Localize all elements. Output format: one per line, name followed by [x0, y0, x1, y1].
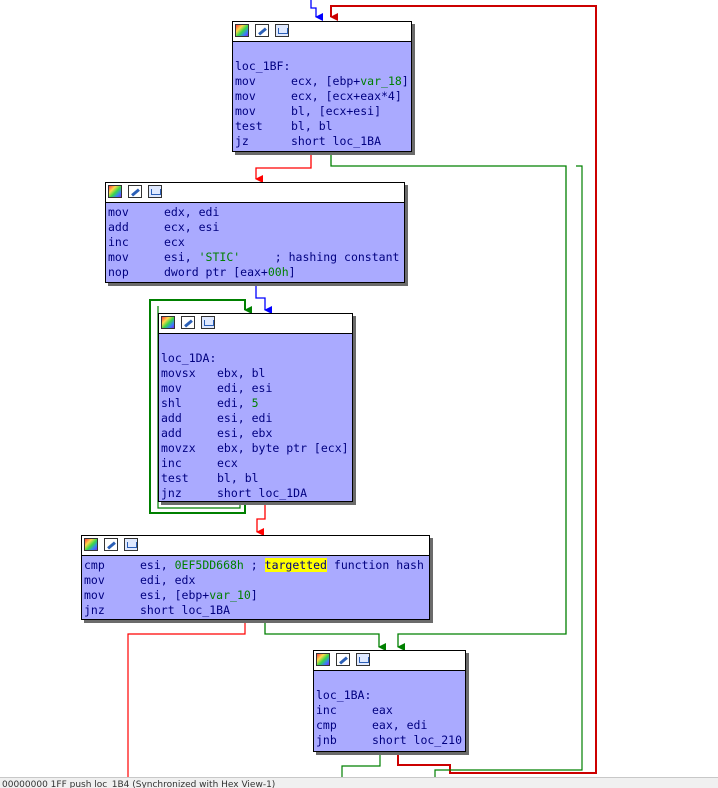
edit-icon[interactable] — [255, 24, 269, 37]
edge-1da-to-cmp — [256, 502, 266, 536]
code-line[interactable]: mov esi, 'STIC' ; hashing constant — [108, 250, 404, 265]
code-line[interactable]: mov edx, edi — [108, 205, 404, 220]
code-line[interactable]: cmp eax, edi — [316, 718, 465, 733]
status-bar: 00000000 1FF push loc_1B4 (Synchronized … — [0, 777, 718, 788]
code-line[interactable]: shl edi, 5 — [161, 396, 352, 411]
color-palette-icon[interactable] — [108, 185, 122, 198]
code-label[interactable]: loc_1DA: — [161, 351, 352, 366]
code-line[interactable]: jnb short loc_210 — [316, 733, 465, 748]
code-line[interactable]: add esi, ebx — [161, 426, 352, 441]
code-line[interactable]: add esi, edi — [161, 411, 352, 426]
code-label[interactable]: loc_1BA: — [316, 688, 465, 703]
edit-icon[interactable] — [104, 538, 118, 551]
edge-cmp-to-1ba — [264, 620, 386, 651]
edge-in-blue — [310, 0, 323, 21]
edit-icon[interactable] — [336, 653, 350, 666]
graph-overview-icon[interactable] — [124, 538, 138, 551]
graph-overview-icon[interactable] — [275, 24, 289, 37]
node-header — [314, 651, 465, 671]
color-palette-icon[interactable] — [235, 24, 249, 37]
node-header — [106, 183, 404, 203]
color-palette-icon[interactable] — [84, 538, 98, 551]
color-palette-icon[interactable] — [316, 653, 330, 666]
code-line[interactable]: inc eax — [316, 703, 465, 718]
code-line[interactable]: jnz short loc_1DA — [161, 486, 352, 501]
code-line[interactable]: test bl, bl — [161, 471, 352, 486]
code-line[interactable]: mov edi, esi — [161, 381, 352, 396]
code-line[interactable]: movzx ebx, byte ptr [ecx] — [161, 441, 352, 456]
edge-init-to-1da — [255, 283, 272, 314]
code-line[interactable]: jnz short loc_1BA — [84, 603, 429, 618]
graph-overview-icon[interactable] — [201, 316, 215, 329]
code-line[interactable]: test bl, bl — [235, 119, 411, 134]
code-label[interactable]: loc_1BF: — [235, 59, 411, 74]
code-line[interactable]: mov ecx, [ecx+eax*4] — [235, 89, 411, 104]
code-line[interactable]: add ecx, esi — [108, 220, 404, 235]
code-line[interactable]: inc ecx — [108, 235, 404, 250]
code-line[interactable]: mov bl, [ecx+esi] — [235, 104, 411, 119]
color-palette-icon[interactable] — [161, 316, 175, 329]
search-highlight: targetted — [264, 558, 327, 572]
node-header — [82, 536, 429, 556]
node-loc-1bf[interactable]: loc_1BF: mov ecx, [ebp+var_18] mov ecx, [e… — [232, 21, 412, 152]
code-line[interactable]: movsx ebx, bl — [161, 366, 352, 381]
code-line[interactable]: inc ecx — [161, 456, 352, 471]
code-line[interactable]: cmp esi, 0EF5DD668h ; targetted function … — [84, 558, 429, 573]
edit-icon[interactable] — [181, 316, 195, 329]
edge-cmp-red-out — [127, 620, 246, 777]
node-header — [233, 22, 411, 42]
node-header — [159, 314, 352, 334]
node-hash-compare[interactable]: cmp esi, 0EF5DD668h ; targetted function … — [81, 535, 430, 620]
code-line[interactable]: mov ecx, [ebp+var_18] — [235, 74, 411, 89]
edge-1bf-to-init — [255, 152, 312, 183]
node-loc-1da[interactable]: loc_1DA: movsx ebx, bl mov edi, esi shl edi… — [158, 313, 353, 502]
edit-icon[interactable] — [128, 185, 142, 198]
code-line[interactable]: mov esi, [ebp+var_10] — [84, 588, 429, 603]
graph-overview-icon[interactable] — [356, 653, 370, 666]
code-line[interactable]: jz short loc_1BA — [235, 134, 411, 149]
code-line[interactable]: mov edi, edx — [84, 573, 429, 588]
node-hash-init[interactable]: mov edx, edi add ecx, esi inc ecx mov esi, '… — [105, 182, 405, 283]
node-loc-1ba[interactable]: loc_1BA: inc eax cmp eax, edi jnb short loc… — [313, 650, 466, 752]
edge-1ba-green-out — [341, 752, 381, 777]
graph-overview-icon[interactable] — [148, 185, 162, 198]
code-line[interactable]: nop dword ptr [eax+00h] — [108, 265, 404, 280]
